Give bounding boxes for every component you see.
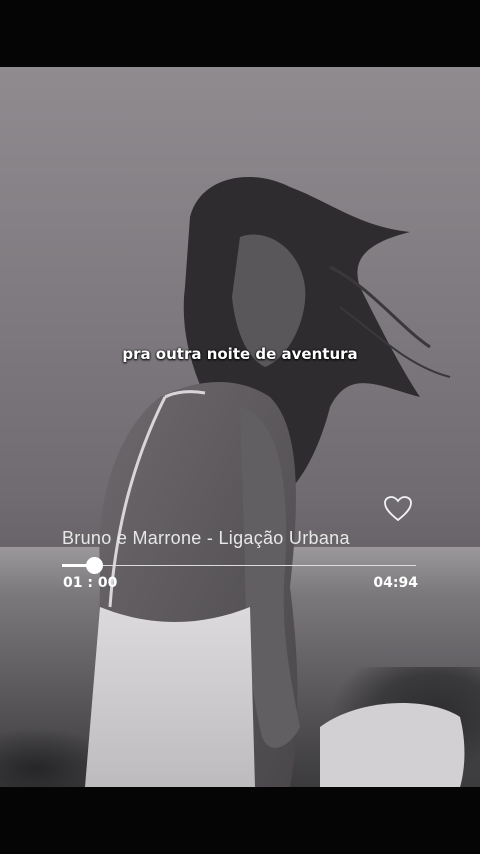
letterbox-bottom [0,787,480,854]
heart-outline-icon[interactable] [383,495,413,523]
elapsed-time: 01 : 00 [63,575,118,591]
background-photo [0,67,480,787]
letterbox-top [0,0,480,67]
total-duration: 04:94 [373,575,418,591]
track-title: Bruno e Marrone - Ligação Urbana [62,528,350,548]
music-player-widget: Bruno e Marrone - Ligação Urbana 01 : 00… [62,495,418,595]
progress-knob[interactable] [86,557,103,574]
woman-silhouette [85,177,465,787]
progress-track[interactable] [62,565,416,566]
lyric-line: pra outra noite de aventura [122,345,358,363]
